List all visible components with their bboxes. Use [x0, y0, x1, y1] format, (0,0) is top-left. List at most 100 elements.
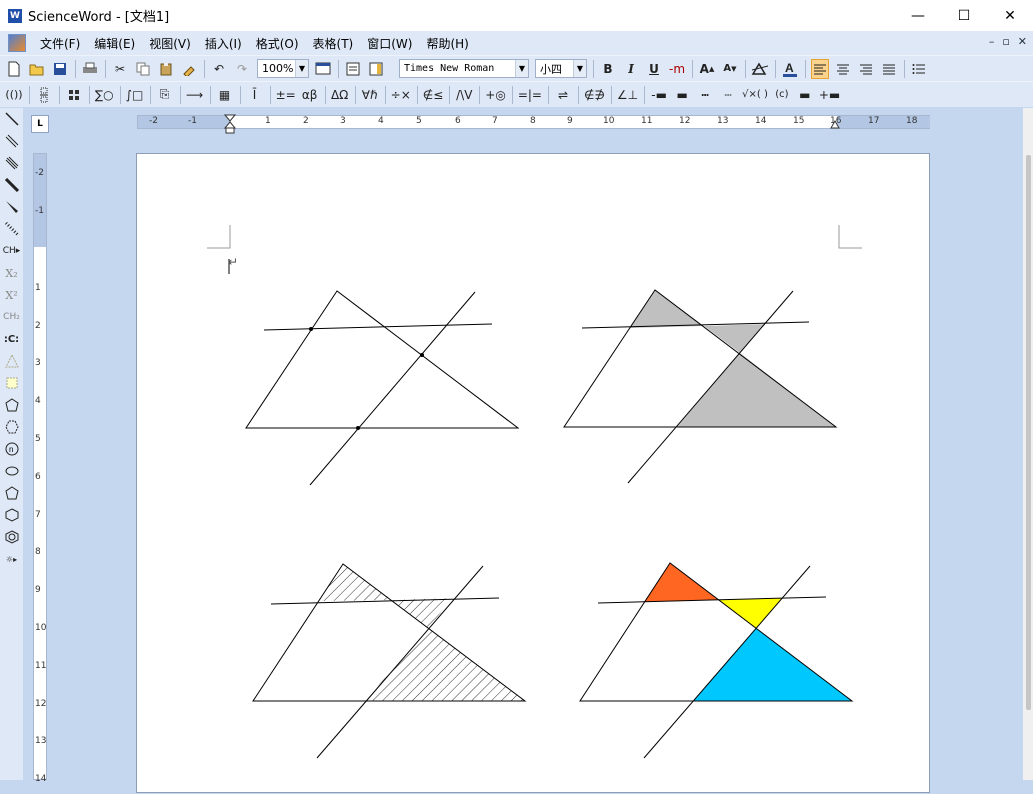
toolbar-item-equals[interactable]: =|= [518, 85, 542, 105]
open-folder-icon[interactable] [28, 59, 46, 79]
shrink-font-icon[interactable]: A ▼ [721, 59, 739, 79]
ring-n-icon[interactable]: n [0, 438, 23, 460]
pentagon-ring-icon[interactable] [0, 482, 23, 504]
matrix-icon[interactable] [65, 85, 83, 105]
mdi-restore-button[interactable]: ▫ [1002, 35, 1009, 48]
dotted-line-icon[interactable]: ┄ [719, 85, 737, 105]
menu-table[interactable]: 表格(T) [313, 35, 354, 52]
print-icon[interactable] [81, 59, 99, 79]
grow-font-icon[interactable]: A ▲ [698, 59, 716, 79]
hexagon-dashed-icon[interactable] [0, 416, 23, 438]
chain-tool-icon[interactable]: CH▸ [0, 240, 23, 262]
align-left-icon[interactable] [811, 58, 829, 79]
fill-icon[interactable]: ▬ [796, 85, 814, 105]
toolbar-item-greek-upper[interactable]: ΔΩ [331, 85, 349, 105]
toolbar-item-logic[interactable]: ∀ℏ [361, 85, 379, 105]
toolbar-item-integral[interactable]: ∫□ [126, 85, 144, 105]
pentagon-icon[interactable] [0, 394, 23, 416]
add-row-icon[interactable]: +▬ [819, 85, 840, 105]
square-select-icon[interactable] [0, 372, 23, 394]
font-color-icon[interactable]: A [781, 59, 799, 79]
new-document-icon[interactable] [5, 59, 23, 79]
menu-window[interactable]: 窗口(W) [367, 35, 412, 52]
zoom-select[interactable]: 100% ▼ [257, 59, 309, 78]
vertical-ruler[interactable]: -2 -1 1 2 3 4 5 6 7 8 9 10 11 12 13 14 [33, 153, 47, 784]
toolbar-item-arrows[interactable]: /\V [455, 85, 473, 105]
font-name-select[interactable]: Times New Roman ▼ [399, 59, 529, 78]
toolbar-item-misc[interactable]: +◎ [485, 85, 506, 105]
cut-icon[interactable]: ✂ [111, 59, 129, 79]
ellipse-icon[interactable] [0, 460, 23, 482]
hash-wedge-tool-icon[interactable] [0, 218, 23, 240]
hexagon-ring-icon[interactable] [0, 504, 23, 526]
mdi-minimize-button[interactable]: – [989, 35, 995, 48]
group-tool[interactable]: CH₂ [0, 306, 23, 328]
document-page[interactable]: ↵ [136, 153, 930, 793]
numbered-list-icon[interactable] [910, 59, 928, 79]
thick-line-icon[interactable]: ▬ [673, 85, 691, 105]
horizontal-ruler[interactable]: -2 -1 1 2 3 4 5 6 7 8 9 10 11 12 13 14 1… [137, 114, 930, 134]
line-tool-icon[interactable] [0, 108, 23, 130]
document-map-icon[interactable] [367, 59, 385, 79]
benzene-ring-icon[interactable] [0, 526, 23, 548]
bracket-icon[interactable]: ⎘ [156, 85, 174, 105]
toolbar-item-check[interactable]: √×( ) [742, 85, 768, 105]
subscript-tool[interactable]: X₂ [0, 262, 23, 284]
tab-stop-selector[interactable]: L [31, 115, 49, 133]
copy-icon[interactable] [134, 59, 152, 79]
maximize-button[interactable]: ☐ [941, 0, 987, 31]
menu-help[interactable]: 帮助(H) [426, 35, 468, 52]
arrow-icon[interactable]: ⟶ [186, 85, 204, 105]
toolbar-item-sum[interactable]: ∑○ [95, 85, 114, 105]
page-view-icon[interactable] [314, 59, 332, 79]
paste-icon[interactable] [157, 59, 175, 79]
double-line-tool-icon[interactable] [0, 130, 23, 152]
wedge-tool-icon[interactable] [0, 196, 23, 218]
toolbar-item-parens[interactable]: (()) [5, 85, 23, 105]
align-center-icon[interactable] [834, 59, 852, 79]
toolbar-item-operators[interactable]: ÷× [391, 85, 411, 105]
menu-insert[interactable]: 插入(I) [205, 35, 242, 52]
triangle-select-icon[interactable] [0, 350, 23, 372]
scrollbar-thumb[interactable] [1026, 155, 1031, 710]
menu-format[interactable]: 格式(O) [256, 35, 299, 52]
toolbar-item-equilibrium[interactable]: ⇌ [554, 85, 572, 105]
menu-edit[interactable]: 编辑(E) [94, 35, 135, 52]
diagram-triangle-colored[interactable] [579, 562, 854, 759]
document-icon[interactable] [8, 34, 26, 52]
fraction-icon[interactable] [35, 85, 53, 105]
toolbar-item-plusminus[interactable]: ±= [276, 85, 296, 105]
justify-icon[interactable] [880, 59, 898, 79]
bold-line-tool-icon[interactable] [0, 174, 23, 196]
toolbar-item-relations[interactable]: ∉≤ [423, 85, 444, 105]
toolbar-item-sets[interactable]: ∉∌ [584, 85, 605, 105]
mdi-close-button[interactable]: ✕ [1018, 35, 1027, 48]
overline-icon[interactable]: Ī [246, 85, 264, 105]
toolbar-item-copyright[interactable]: (c) [773, 85, 791, 105]
minimize-button[interactable]: — [895, 0, 941, 31]
align-right-icon[interactable] [857, 59, 875, 79]
line-style-icon[interactable]: -▬ [650, 85, 668, 105]
save-icon[interactable] [51, 59, 69, 79]
outline-view-icon[interactable] [344, 59, 362, 79]
underline-button[interactable]: U [645, 59, 663, 79]
format-painter-icon[interactable] [180, 59, 198, 79]
highlight-icon[interactable] [751, 59, 769, 79]
toolbar-item-greek-lower[interactable]: αβ [301, 85, 319, 105]
close-button[interactable]: ✕ [987, 0, 1033, 31]
triple-line-tool-icon[interactable] [0, 152, 23, 174]
diagram-triangle-hatched[interactable] [252, 563, 527, 759]
electron-tool[interactable]: :C: [0, 328, 23, 350]
more-tools-icon[interactable]: ☼▸ [0, 548, 23, 570]
strikethrough-button[interactable]: -m [668, 59, 686, 79]
superscript-tool[interactable]: X² [0, 284, 23, 306]
toolbar-item-geometry[interactable]: ∠⊥ [617, 85, 638, 105]
vertical-scrollbar[interactable] [1023, 108, 1033, 780]
menu-file[interactable]: 文件(F) [40, 35, 80, 52]
dashed-line-icon[interactable]: ┅ [696, 85, 714, 105]
grid-icon[interactable]: ▦ [216, 85, 234, 105]
bold-button[interactable]: B [599, 59, 617, 79]
menu-view[interactable]: 视图(V) [149, 35, 191, 52]
diagram-triangle-plain[interactable] [245, 290, 520, 486]
right-indent-marker-icon[interactable] [830, 120, 840, 130]
